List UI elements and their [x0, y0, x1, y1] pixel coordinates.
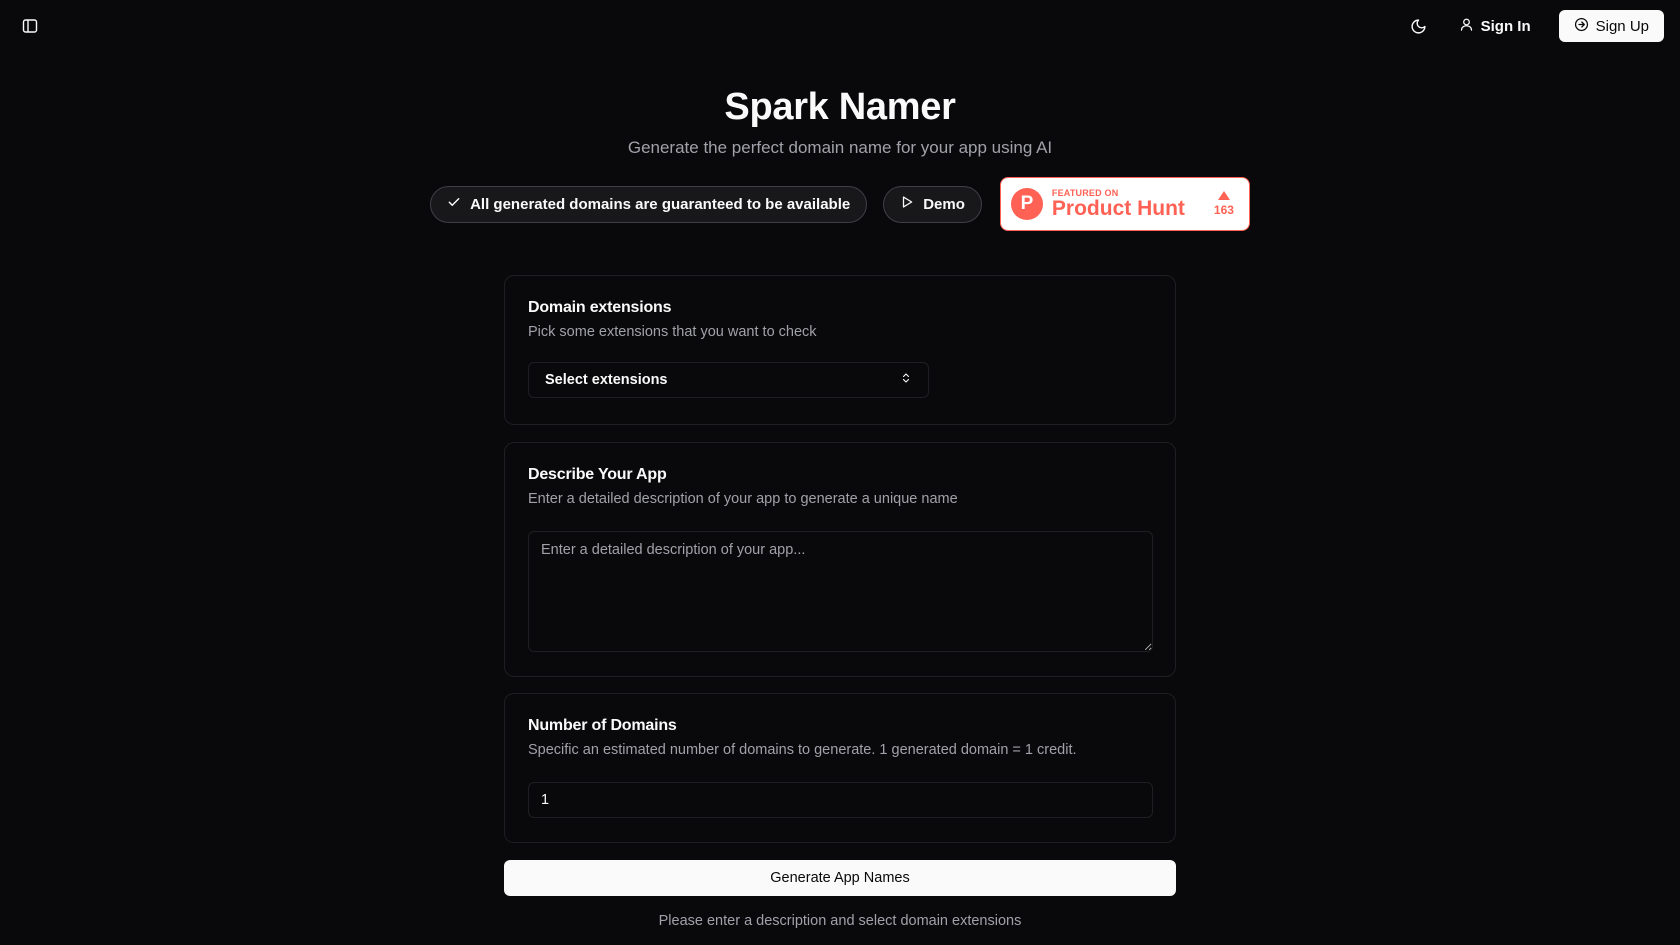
extensions-title: Domain extensions: [528, 299, 672, 316]
page-subtitle: Generate the perfect domain name for you…: [627, 138, 1053, 157]
domain-count-input[interactable]: [528, 782, 1153, 818]
sign-up-label: Sign Up: [1595, 17, 1649, 35]
extensions-select-label: Select extensions: [545, 372, 668, 388]
moon-icon[interactable]: [1399, 10, 1439, 42]
product-hunt-vote-count: 163: [1213, 203, 1234, 217]
extensions-select[interactable]: Select extensions: [528, 362, 929, 398]
sign-up-button[interactable]: Sign Up: [1558, 10, 1664, 42]
panel-left-icon[interactable]: [18, 14, 42, 38]
product-hunt-text: FEATURED ON Product Hunt: [1052, 188, 1200, 220]
generate-button[interactable]: Generate App Names: [504, 860, 1176, 896]
product-hunt-logo: P: [1010, 188, 1043, 220]
chevrons-up-down-icon: [900, 371, 912, 389]
number-title: Number of Domains: [528, 717, 677, 734]
product-hunt-votes: 163: [1209, 191, 1239, 217]
product-hunt-name: Product Hunt: [1051, 197, 1185, 220]
header-actions: Sign In Sign Up: [1399, 10, 1664, 42]
describe-title: Describe Your App: [528, 466, 667, 483]
sign-in-button[interactable]: Sign In: [1445, 10, 1545, 42]
badge-row: All generated domains are guaranteed to …: [0, 177, 1680, 231]
extensions-card: Domain extensions Pick some extensions t…: [504, 275, 1176, 425]
demo-label: Demo: [923, 195, 965, 213]
availability-label: All generated domains are guaranteed to …: [470, 195, 851, 213]
demo-button[interactable]: Demo: [883, 185, 982, 223]
describe-description: Enter a detailed description of your app…: [528, 491, 958, 507]
number-card: Number of Domains Specific an estimated …: [504, 693, 1176, 843]
availability-badge: All generated domains are guaranteed to …: [430, 185, 868, 223]
upvote-icon: [1217, 191, 1230, 200]
page-title: Spark Namer: [724, 86, 956, 128]
form-hint: Please enter a description and select do…: [658, 913, 1022, 929]
circle-arrow-right-icon: [1574, 17, 1589, 36]
sign-in-label: Sign In: [1480, 17, 1531, 35]
user-icon: [1459, 17, 1474, 36]
number-description: Specific an estimated number of domains …: [528, 742, 1077, 758]
check-icon: [447, 195, 461, 213]
describe-card: Describe Your App Enter a detailed descr…: [504, 442, 1176, 677]
play-icon: [900, 195, 914, 213]
page: Sign In Sign Up Spark Namer Generate the…: [0, 0, 1680, 945]
app-description-textarea[interactable]: [528, 531, 1153, 652]
extensions-description: Pick some extensions that you want to ch…: [528, 324, 817, 340]
product-hunt-badge[interactable]: P FEATURED ON Product Hunt 163: [999, 177, 1250, 231]
